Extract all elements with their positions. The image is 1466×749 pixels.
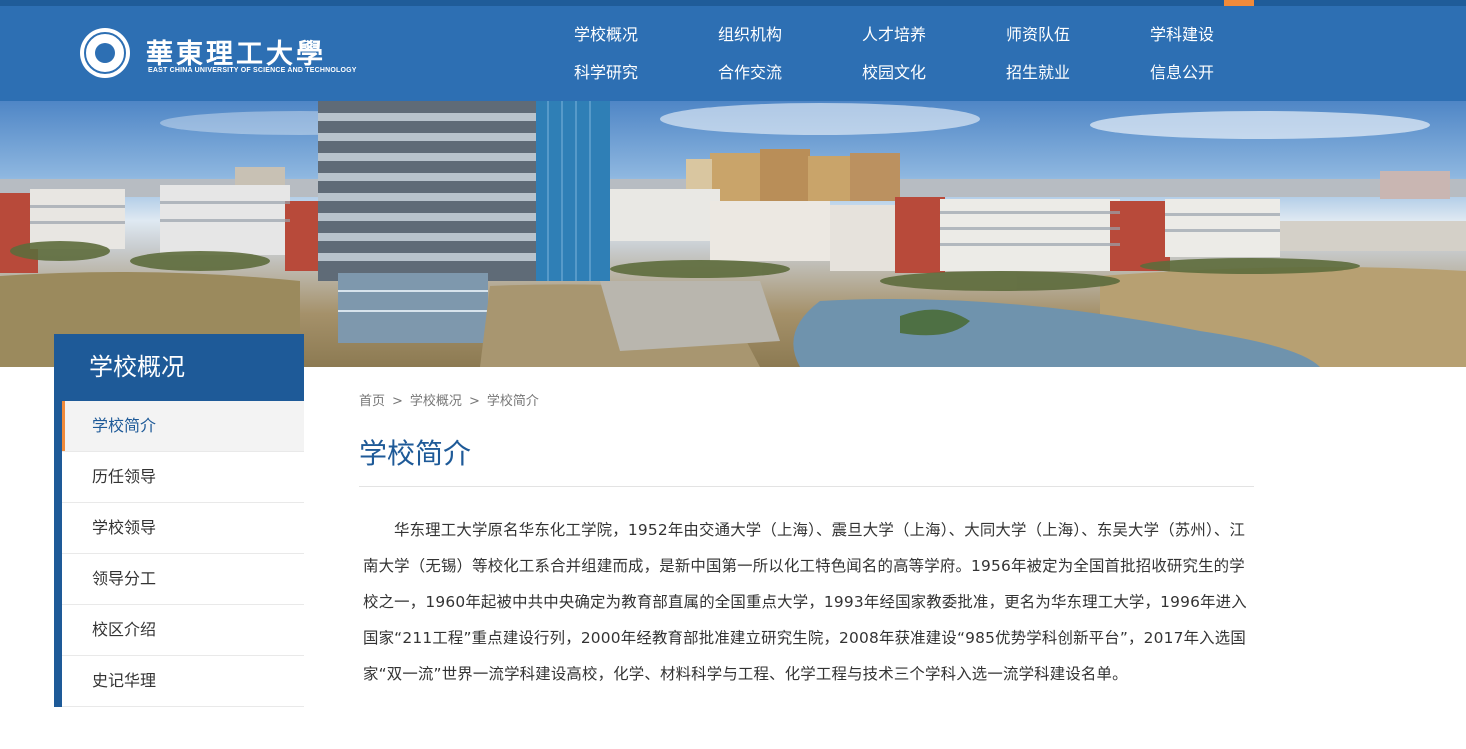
university-seal-icon: [80, 28, 130, 78]
sidebar-item-former-leaders[interactable]: 历任领导: [62, 452, 304, 503]
page-title: 学校简介: [359, 437, 472, 470]
campus-banner-image: [0, 101, 1466, 367]
campus-scene-illustration: [0, 101, 1466, 367]
nav-item-information[interactable]: 信息公开: [1150, 58, 1294, 96]
title-divider: [359, 486, 1254, 487]
nav-item-overview[interactable]: 学校概况: [574, 20, 718, 58]
nav-item-education[interactable]: 人才培养: [862, 20, 1006, 58]
sidebar-item-campus-intro[interactable]: 校区介绍: [62, 605, 304, 656]
sidebar-item-history[interactable]: 史记华理: [62, 656, 304, 707]
sidebar-item-school-leaders[interactable]: 学校领导: [62, 503, 304, 554]
nav-item-disciplines[interactable]: 学科建设: [1150, 20, 1294, 58]
article-body: 华东理工大学原名华东化工学院，1952年由交通大学（上海）、震旦大学（上海）、大…: [363, 521, 1247, 683]
nav-row-1: 学校概况 组织机构 人才培养 师资队伍 学科建设: [574, 20, 1294, 58]
breadcrumb-separator: >: [392, 394, 403, 409]
breadcrumb-home[interactable]: 首页: [359, 394, 385, 409]
nav-item-faculty[interactable]: 师资队伍: [1006, 20, 1150, 58]
logo-english-name: EAST CHINA UNIVERSITY OF SCIENCE AND TEC…: [148, 67, 357, 74]
nav-item-campus-culture[interactable]: 校园文化: [862, 58, 1006, 96]
sidebar-accent-bar: [54, 401, 62, 707]
breadcrumb: 首页 > 学校概况 > 学校简介: [359, 390, 539, 409]
breadcrumb-level1[interactable]: 学校概况: [410, 394, 462, 409]
sidebar-item-introduction[interactable]: 学校简介: [62, 401, 304, 452]
logo-chinese-name: 華東理工大學: [146, 39, 326, 70]
main-nav: 学校概况 组织机构 人才培养 师资队伍 学科建设 科学研究 合作交流 校园文化 …: [574, 20, 1294, 96]
nav-row-2: 科学研究 合作交流 校园文化 招生就业 信息公开: [574, 58, 1294, 96]
sidebar-title: 学校概况: [54, 334, 304, 401]
nav-item-admissions[interactable]: 招生就业: [1006, 58, 1150, 96]
seal-core: [95, 43, 115, 63]
sidebar-item-leadership-division[interactable]: 领导分工: [62, 554, 304, 605]
nav-item-research[interactable]: 科学研究: [574, 58, 718, 96]
site-header: 華東理工大學 EAST CHINA UNIVERSITY OF SCIENCE …: [0, 6, 1466, 101]
nav-item-organization[interactable]: 组织机构: [718, 20, 862, 58]
sidebar-menu: 学校简介 历任领导 学校领导 领导分工 校区介绍 史记华理: [62, 401, 304, 707]
university-logo[interactable]: 華東理工大學 EAST CHINA UNIVERSITY OF SCIENCE …: [80, 26, 356, 86]
breadcrumb-separator: >: [468, 394, 480, 409]
nav-item-cooperation[interactable]: 合作交流: [718, 58, 862, 96]
breadcrumb-current[interactable]: 学校简介: [487, 394, 539, 409]
